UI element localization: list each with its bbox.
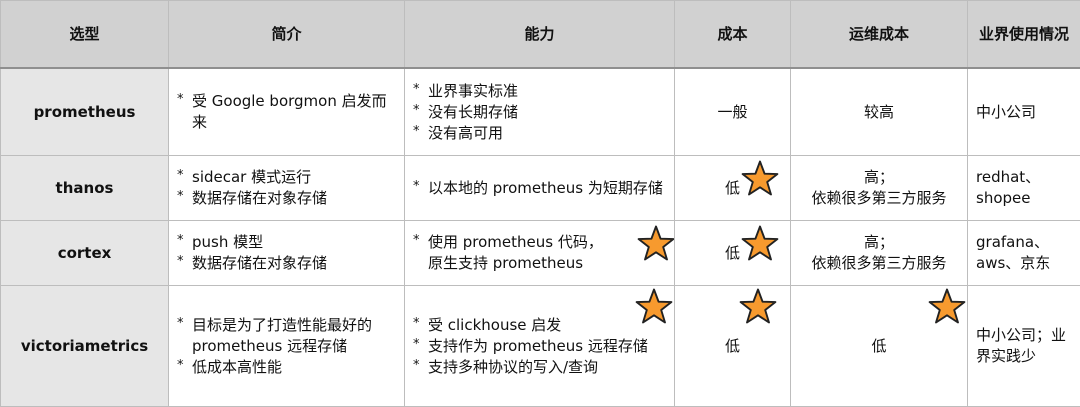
intro-cell: push 模型 数据存储在对象存储 [169, 221, 405, 286]
ability-item: 没有长期存储 [413, 102, 668, 123]
usage-cell: 中小公司 [968, 68, 1080, 156]
table-row: cortex push 模型 数据存储在对象存储 使用 prometheus 代… [1, 221, 1080, 286]
usage-cell: redhat、shopee [968, 156, 1080, 221]
ops-cost-cell: 高； 依赖很多第三方服务 [791, 156, 968, 221]
cost-value: 低 [725, 337, 740, 355]
ability-line: 使用 prometheus 代码， [428, 233, 603, 251]
usage-cell: 中小公司；业界实践少 [968, 286, 1080, 407]
ability-item: 使用 prometheus 代码， 原生支持 prometheus [413, 232, 668, 274]
star-icon [739, 288, 777, 324]
comparison-table: 选型 简介 能力 成本 运维成本 业界使用情况 prometheus 受 Goo… [0, 0, 1080, 407]
ops-cost-cell: 较高 [791, 68, 968, 156]
ability-item: 没有高可用 [413, 123, 668, 144]
star-icon [928, 288, 966, 324]
header-ops-cost: 运维成本 [791, 1, 968, 69]
intro-cell: 目标是为了打造性能最好的 prometheus 远程存储 低成本高性能 [169, 286, 405, 407]
intro-item: 数据存储在对象存储 [177, 253, 398, 274]
cost-cell: 一般 [675, 68, 791, 156]
star-icon [741, 160, 779, 196]
intro-item: 目标是为了打造性能最好的 prometheus 远程存储 [177, 315, 398, 357]
cost-value: 低 [725, 244, 740, 262]
intro-item: sidecar 模式运行 [177, 167, 398, 188]
ops-cost-line: 高； [791, 167, 967, 188]
ops-cost-cell: 低 [791, 286, 968, 407]
ability-item: 支持多种协议的写入/查询 [413, 357, 668, 378]
ability-item: 受 clickhouse 启发 [413, 315, 668, 336]
ability-item: 支持作为 prometheus 远程存储 [413, 336, 668, 357]
star-icon [637, 225, 675, 261]
option-name: cortex [1, 221, 169, 286]
ops-cost-line: 依赖很多第三方服务 [791, 253, 967, 274]
intro-item: 数据存储在对象存储 [177, 188, 398, 209]
header-ability: 能力 [405, 1, 675, 69]
ability-item: 业界事实标准 [413, 81, 668, 102]
option-name: thanos [1, 156, 169, 221]
cost-cell: 低 [675, 286, 791, 407]
ops-cost-line: 高； [791, 232, 967, 253]
ability-line: 原生支持 prometheus [428, 254, 583, 272]
ability-cell: 受 clickhouse 启发 支持作为 prometheus 远程存储 支持多… [405, 286, 675, 407]
star-icon [741, 225, 779, 261]
header-intro: 简介 [169, 1, 405, 69]
intro-cell: sidecar 模式运行 数据存储在对象存储 [169, 156, 405, 221]
header-industry-usage: 业界使用情况 [968, 1, 1080, 69]
ability-cell: 使用 prometheus 代码， 原生支持 prometheus [405, 221, 675, 286]
table-row: prometheus 受 Google borgmon 启发而来 业界事实标准 … [1, 68, 1080, 156]
star-icon [635, 288, 673, 324]
cost-cell: 低 [675, 156, 791, 221]
table-row: thanos sidecar 模式运行 数据存储在对象存储 以本地的 prome… [1, 156, 1080, 221]
header-selection: 选型 [1, 1, 169, 69]
intro-item: 低成本高性能 [177, 357, 398, 378]
table-row: victoriametrics 目标是为了打造性能最好的 prometheus … [1, 286, 1080, 407]
cost-value: 低 [725, 179, 740, 197]
option-name: victoriametrics [1, 286, 169, 407]
ops-cost-value: 低 [871, 337, 886, 355]
ability-item: 以本地的 prometheus 为短期存储 [413, 178, 668, 199]
intro-cell: 受 Google borgmon 启发而来 [169, 68, 405, 156]
option-name: prometheus [1, 68, 169, 156]
ops-cost-line: 依赖很多第三方服务 [791, 188, 967, 209]
ability-cell: 以本地的 prometheus 为短期存储 [405, 156, 675, 221]
intro-item: push 模型 [177, 232, 398, 253]
header-cost: 成本 [675, 1, 791, 69]
ops-cost-cell: 高； 依赖很多第三方服务 [791, 221, 968, 286]
header-row: 选型 简介 能力 成本 运维成本 业界使用情况 [1, 1, 1080, 69]
ability-cell: 业界事实标准 没有长期存储 没有高可用 [405, 68, 675, 156]
cost-cell: 低 [675, 221, 791, 286]
intro-item: 受 Google borgmon 启发而来 [177, 91, 398, 133]
usage-cell: grafana、aws、京东 [968, 221, 1080, 286]
